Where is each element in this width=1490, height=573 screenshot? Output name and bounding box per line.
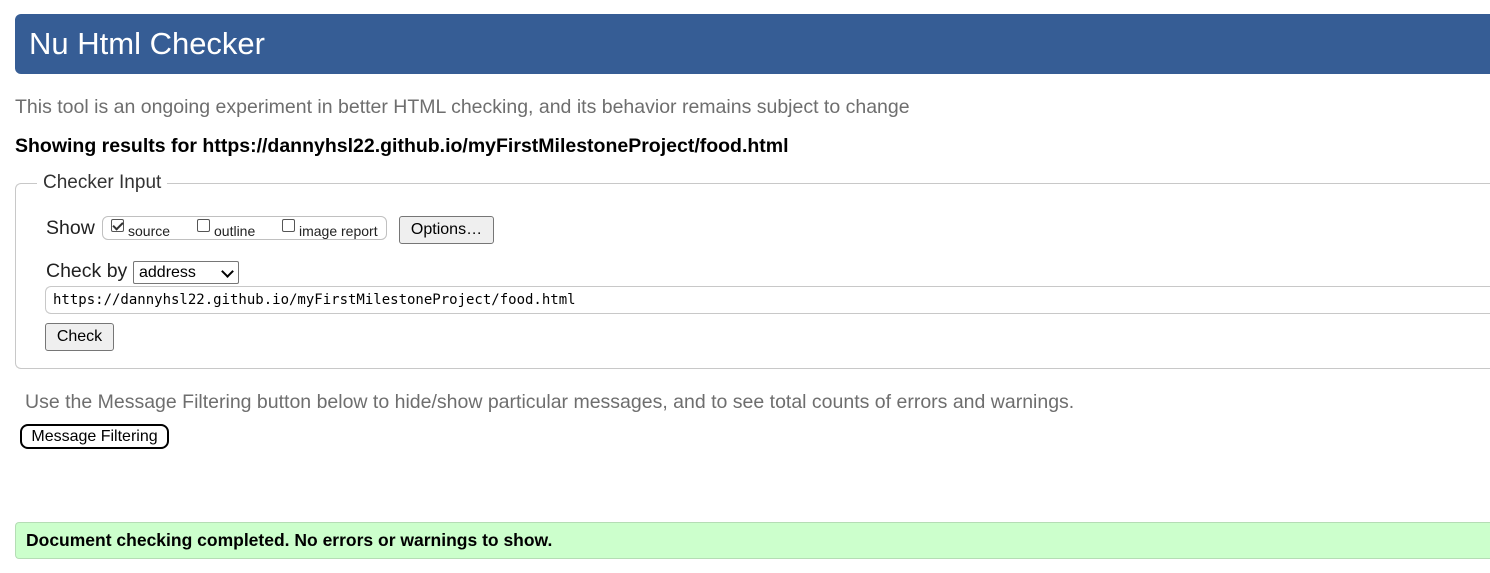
show-options-group: source outline image report [102, 216, 387, 240]
check-by-label: Check by [46, 260, 128, 282]
intro-text: This tool is an ongoing experiment in be… [15, 96, 910, 118]
outline-checkbox[interactable] [197, 219, 210, 232]
results-heading: Showing results for https://dannyhsl22.g… [15, 135, 789, 157]
page-header: Nu Html Checker [15, 14, 1490, 74]
chevron-down-icon [221, 265, 234, 278]
checker-input-legend: Checker Input [37, 172, 168, 194]
outline-checkbox-label[interactable]: outline [214, 222, 255, 240]
checker-input-fieldset: Checker Input Show source outline image … [15, 172, 1490, 369]
show-label: Show [46, 217, 95, 239]
source-checkbox[interactable] [111, 219, 124, 232]
source-checkbox-label[interactable]: source [128, 222, 170, 240]
page-title: Nu Html Checker [29, 26, 265, 61]
url-input[interactable]: https://dannyhsl22.github.io/myFirstMile… [45, 286, 1490, 314]
message-filtering-button[interactable]: Message Filtering [20, 424, 169, 449]
image-report-checkbox-label[interactable]: image report [299, 222, 378, 240]
check-by-select[interactable]: address [133, 261, 239, 284]
status-message: Document checking completed. No errors o… [15, 522, 1490, 559]
filtering-note: Use the Message Filtering button below t… [25, 391, 1075, 413]
image-report-checkbox[interactable] [282, 219, 295, 232]
check-button[interactable]: Check [45, 323, 114, 351]
show-source-option[interactable]: source [111, 219, 170, 240]
show-outline-option[interactable]: outline [197, 219, 255, 240]
show-image-report-option[interactable]: image report [282, 219, 378, 240]
options-button[interactable]: Options… [399, 216, 494, 244]
check-by-selected-value: address [139, 264, 196, 281]
